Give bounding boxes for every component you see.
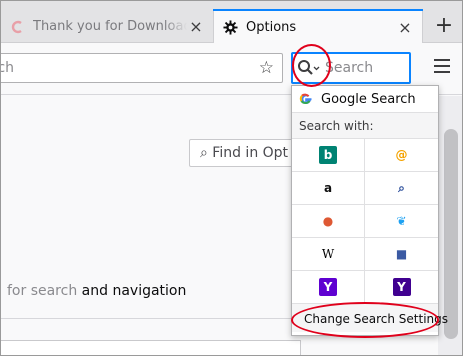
yandex-icon: @ — [395, 148, 408, 162]
new-tab-button[interactable]: + — [429, 13, 459, 41]
search-icon — [298, 60, 320, 75]
ebay-shopping-bag-icon: ■ — [395, 247, 408, 261]
duckduckgo-icon: ● — [322, 214, 334, 228]
magnifier-search-icon: ⌕ — [398, 180, 405, 195]
tab-strip: Thank you for Downloading × Options × + — [1, 1, 462, 44]
url-text: rch — [1, 60, 15, 76]
search-bar[interactable]: Search — [291, 52, 411, 84]
close-icon[interactable]: × — [396, 18, 414, 37]
tab-options[interactable]: Options × — [213, 9, 423, 44]
browser-window: Thank you for Downloading × Options × + … — [0, 0, 463, 356]
search-engine-button[interactable] — [297, 58, 325, 78]
engine-button[interactable]: b — [292, 139, 365, 172]
engine-grid: b @ a ⌕ ● ❦ W ■ Y Y — [292, 139, 438, 304]
find-in-options-input[interactable]: ⌕ Find in Opt — [189, 139, 299, 167]
engine-button[interactable]: @ — [365, 139, 438, 172]
engine-button[interactable]: W — [292, 238, 365, 271]
tab-title: Options — [246, 19, 297, 35]
bing-icon: b — [319, 146, 337, 164]
comodo-c-icon — [9, 19, 25, 35]
search-section-description: for search and navigation — [7, 283, 186, 299]
url-bar[interactable]: rch ☆ — [1, 53, 283, 83]
amazon-icon: a — [323, 181, 333, 195]
engine-button[interactable]: ■ — [365, 238, 438, 271]
engine-button[interactable]: ⌕ — [365, 172, 438, 205]
scrollbar-thumb[interactable] — [444, 129, 458, 339]
change-search-settings-button[interactable]: Change Search Settings — [292, 304, 448, 332]
desc-text: and navigation — [77, 283, 187, 299]
wikipedia-icon: W — [321, 247, 335, 261]
yahoo-icon: Y — [319, 278, 337, 296]
search-input[interactable]: Search — [325, 60, 373, 76]
twitter-icon: ❦ — [396, 214, 407, 228]
bookmark-star-icon[interactable]: ☆ — [259, 58, 274, 78]
engine-button[interactable]: Y — [365, 271, 438, 304]
current-engine-item[interactable]: Google Search — [292, 86, 438, 113]
close-icon[interactable]: × — [187, 17, 205, 36]
search-engine-dropdown: Google Search Search with: b @ a ⌕ ● ❦ W ■ Y Y Ch… — [291, 85, 448, 336]
google-icon — [298, 91, 314, 107]
tab-title: Thank you for Downloading — [33, 19, 187, 34]
yahoo-alt-icon: Y — [392, 278, 411, 296]
hamburger-menu-icon[interactable] — [434, 59, 450, 73]
gear-icon — [222, 19, 238, 35]
desc-faded-text: for search — [7, 283, 78, 299]
engine-button[interactable]: Y — [292, 271, 365, 304]
settings-field[interactable] — [1, 340, 301, 355]
current-engine-label: Google Search — [321, 91, 416, 107]
engine-button[interactable]: a — [292, 172, 365, 205]
divider — [1, 318, 301, 319]
search-with-label: Search with: — [292, 113, 438, 139]
engine-button[interactable]: ● — [292, 205, 365, 238]
tab-thank-you[interactable]: Thank you for Downloading × — [1, 10, 213, 43]
engine-button[interactable]: ❦ — [365, 205, 438, 238]
